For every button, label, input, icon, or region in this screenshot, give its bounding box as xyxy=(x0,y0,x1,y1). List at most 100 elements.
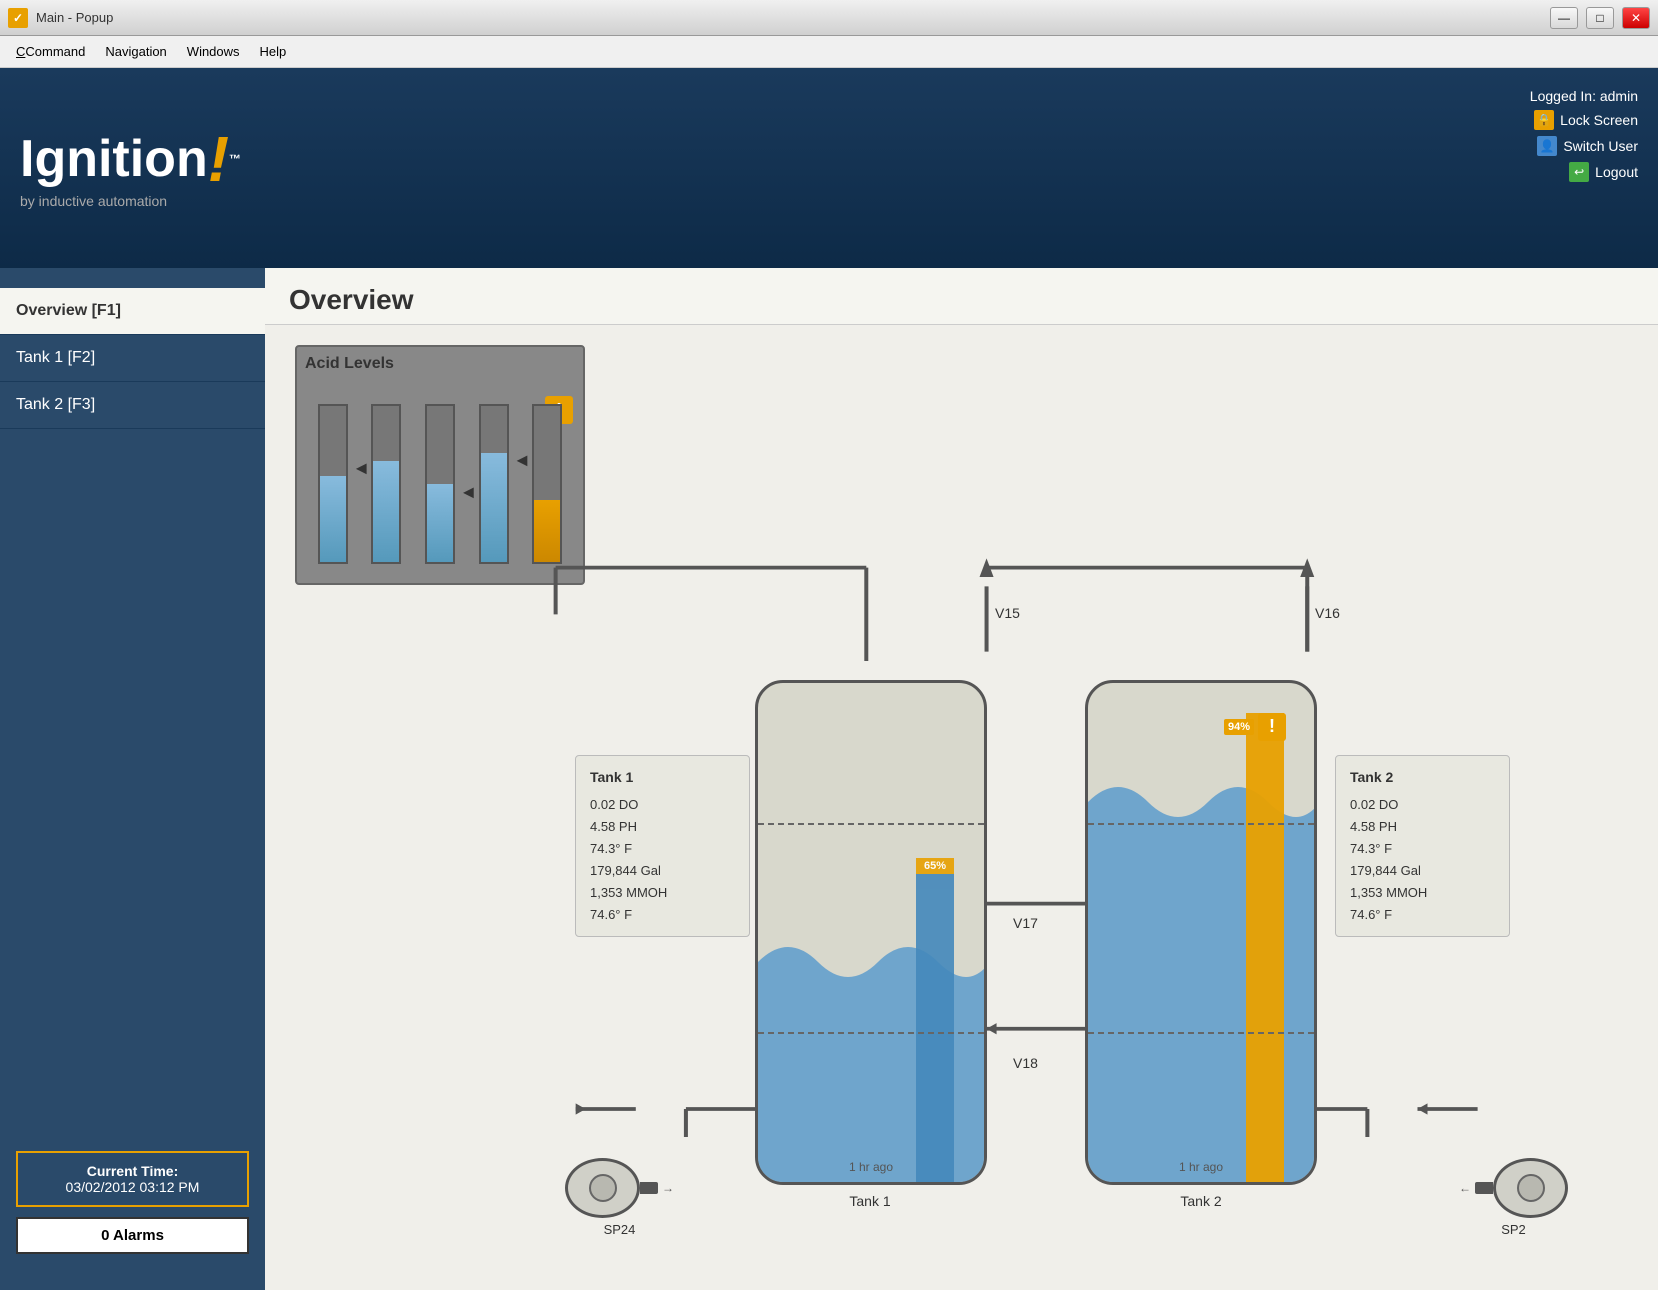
acid-levels-bars: ◀ ◀ xyxy=(305,379,575,564)
valve-v16-label: V16 xyxy=(1315,605,1340,621)
switch-user-button[interactable]: 👤 Switch User xyxy=(1537,136,1638,156)
pump-sp2: ← SP2 xyxy=(1459,1158,1568,1237)
pump-sp24-inner xyxy=(589,1174,617,1202)
acid-bar-4-arrow: ◀ xyxy=(517,452,528,469)
acid-bar-3-fill xyxy=(427,484,453,562)
tank1-temp2: 74.6° F xyxy=(590,904,735,926)
header-right: Logged In: admin 🔒 Lock Screen 👤 Switch … xyxy=(1530,88,1638,182)
tank1-bottom-label: Tank 1 xyxy=(805,1193,935,1209)
tank2-gal: 179,844 Gal xyxy=(1350,860,1495,882)
pump-sp24-body: → xyxy=(565,1158,674,1218)
overview-title: Overview xyxy=(265,268,1658,325)
tank2-dash2 xyxy=(1088,1032,1314,1034)
sidebar-footer: Current Time: 03/02/2012 03:12 PM 0 Alar… xyxy=(0,1135,265,1270)
tank2-do: 0.02 DO xyxy=(1350,794,1495,816)
tank2-warning-badge: ! xyxy=(1258,713,1286,741)
tank1-fill-bar: 65% xyxy=(916,858,954,1182)
logo: Ignition!™ xyxy=(20,127,241,191)
acid-bar-4: ◀ xyxy=(476,404,512,564)
tank1-gal: 179,844 Gal xyxy=(590,860,735,882)
tank2-temp2: 74.6° F xyxy=(1350,904,1495,926)
pump-sp24-arrow: → xyxy=(662,1181,674,1195)
current-time-box: Current Time: 03/02/2012 03:12 PM xyxy=(16,1151,249,1207)
menubar: CCommand Navigation Windows Help xyxy=(0,36,1658,68)
tank1-temp: 74.3° F xyxy=(590,838,735,860)
tank1-mmoh: 1,353 MMOH xyxy=(590,882,735,904)
sidebar-item-overview[interactable]: Overview [F1] xyxy=(0,288,265,335)
logout-button[interactable]: ↩ Logout xyxy=(1569,162,1638,182)
switch-user-label: Switch User xyxy=(1563,138,1638,154)
acid-levels-title: Acid Levels xyxy=(305,355,575,373)
current-time-label: Current Time: xyxy=(28,1163,237,1179)
acid-bar-3-outer xyxy=(425,404,455,564)
menu-help[interactable]: Help xyxy=(252,40,295,63)
valve-v15-label: V15 xyxy=(995,605,1020,621)
tank2-warning-area: 94% ! xyxy=(1224,713,1286,741)
pump-sp24-label: SP24 xyxy=(604,1222,636,1237)
pump-sp24: → SP24 xyxy=(565,1158,674,1237)
tank2-bottom-label: Tank 2 xyxy=(1085,1193,1317,1209)
tank2-info-title: Tank 2 xyxy=(1350,766,1495,790)
tank1-vessel: 65% 1 hr ago xyxy=(755,680,987,1185)
acid-bar-4-outer xyxy=(479,404,509,564)
tank1-dash1 xyxy=(758,823,984,825)
pump-sp2-inner xyxy=(1517,1174,1545,1202)
acid-bar-5: ! xyxy=(529,404,565,564)
tank2-info-box: Tank 2 0.02 DO 4.58 PH 74.3° F 179,844 G… xyxy=(1335,755,1510,937)
logo-text: Ignition xyxy=(20,133,208,185)
tank2-fill-pct: 94% xyxy=(1224,719,1254,735)
acid-bar-3-arrow: ◀ xyxy=(463,484,474,501)
acid-bar-3: ◀ xyxy=(422,404,458,564)
logout-icon: ↩ xyxy=(1569,162,1589,182)
menu-windows[interactable]: Windows xyxy=(179,40,248,63)
lock-icon: 🔒 xyxy=(1534,110,1554,130)
acid-bar-4-fill xyxy=(481,453,507,562)
alarms-button[interactable]: 0 Alarms xyxy=(16,1217,249,1254)
sidebar-item-tank2[interactable]: Tank 2 [F3] xyxy=(0,382,265,429)
acid-bar-2-outer xyxy=(371,404,401,564)
menu-command[interactable]: CCommand xyxy=(8,40,93,63)
tank2-mmoh: 1,353 MMOH xyxy=(1350,882,1495,904)
logo-area: Ignition!™ by inductive automation xyxy=(20,127,241,209)
pump-sp2-arrow: ← xyxy=(1459,1181,1471,1195)
close-button[interactable]: ✕ xyxy=(1622,7,1650,29)
sidebar: Overview [F1] Tank 1 [F2] Tank 2 [F3] Cu… xyxy=(0,268,265,1290)
logout-label: Logout xyxy=(1595,164,1638,180)
tank1-dash2 xyxy=(758,1032,984,1034)
sidebar-item-tank1[interactable]: Tank 1 [F2] xyxy=(0,335,265,382)
menu-navigation[interactable]: Navigation xyxy=(97,40,174,63)
acid-bar-1-outer xyxy=(318,404,348,564)
acid-bar-1-fill xyxy=(320,476,346,562)
content-area: Overview [F1] Tank 1 [F2] Tank 2 [F3] Cu… xyxy=(0,268,1658,1290)
app-container: Ignition!™ by inductive automation Logge… xyxy=(0,68,1658,1290)
window-title: Main - Popup xyxy=(36,10,1542,25)
pump-sp2-circle xyxy=(1493,1158,1568,1218)
acid-levels-box: Acid Levels ◀ xyxy=(295,345,585,585)
minimize-button[interactable]: — xyxy=(1550,7,1578,29)
tank2-fill-bar xyxy=(1246,713,1284,1182)
titlebar: ✓ Main - Popup — □ ✕ xyxy=(0,0,1658,36)
logo-subtitle: by inductive automation xyxy=(20,193,241,209)
maximize-button[interactable]: □ xyxy=(1586,7,1614,29)
tank2-vessel: 94% ! 1 hr ago xyxy=(1085,680,1317,1185)
tank2-temp: 74.3° F xyxy=(1350,838,1495,860)
lock-screen-label: Lock Screen xyxy=(1560,112,1638,128)
switch-user-icon: 👤 xyxy=(1537,136,1557,156)
pump-sp2-body: ← xyxy=(1459,1158,1568,1218)
pump-sp24-circle xyxy=(565,1158,640,1218)
logo-tm: ™ xyxy=(229,153,241,165)
acid-bar-2-fill xyxy=(373,461,399,562)
tank1-info-box: Tank 1 0.02 DO 4.58 PH 74.3° F 179,844 G… xyxy=(575,755,750,937)
current-time-value: 03/02/2012 03:12 PM xyxy=(28,1179,237,1195)
tank1-ph: 4.58 PH xyxy=(590,816,735,838)
logged-in-label: Logged In: admin xyxy=(1530,88,1638,104)
acid-bar-1-arrow: ◀ xyxy=(356,460,367,477)
diagram-area: Acid Levels ◀ xyxy=(265,325,1658,1277)
tank2-time-label: 1 hr ago xyxy=(1088,1160,1314,1174)
tank1-do: 0.02 DO xyxy=(590,794,735,816)
acid-bar-1: ◀ xyxy=(315,404,351,564)
tank2-ph: 4.58 PH xyxy=(1350,816,1495,838)
lock-screen-button[interactable]: 🔒 Lock Screen xyxy=(1534,110,1638,130)
pump-sp24-pipe xyxy=(640,1182,658,1194)
valve-v18-label: V18 xyxy=(1013,1055,1038,1071)
